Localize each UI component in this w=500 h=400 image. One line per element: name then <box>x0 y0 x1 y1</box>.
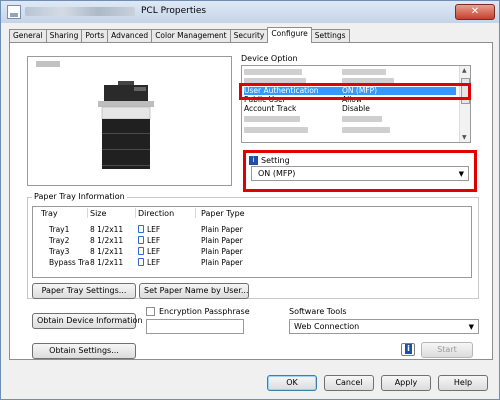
tab-advanced[interactable]: Advanced <box>107 29 153 43</box>
tab-strip: General Sharing Ports Advanced Color Man… <box>9 27 350 43</box>
cell-tray: Tray1 <box>49 225 70 234</box>
encryption-passphrase-input[interactable] <box>146 319 244 334</box>
info-icon: i <box>249 156 258 165</box>
paper-orientation-icon <box>138 258 144 266</box>
device-option-label: Device Option <box>241 54 298 63</box>
window-title: PCL Properties <box>141 6 207 16</box>
cancel-button[interactable]: Cancel <box>324 375 374 391</box>
info-icon[interactable] <box>401 343 415 356</box>
tab-ports[interactable]: Ports <box>81 29 109 43</box>
setting-group: i Setting ON (MFP) ▼ <box>249 156 471 189</box>
device-option-row-blurred[interactable] <box>244 116 456 124</box>
cell-direction: LEF <box>147 225 161 234</box>
printer-preview: 1 2 3 <box>27 56 232 186</box>
cell-paper-type: Plain Paper <box>201 225 243 234</box>
printer-tray-1-label: 1 <box>98 133 103 141</box>
apply-button[interactable]: Apply <box>381 375 431 391</box>
software-tools-dropdown[interactable]: Web Connection ▼ <box>289 319 479 334</box>
help-button[interactable]: Help <box>438 375 488 391</box>
software-tools-selected-value: Web Connection <box>294 322 360 331</box>
paper-orientation-icon <box>138 225 144 233</box>
cell-size: 8 1/2x11 <box>90 225 124 234</box>
paper-tray-table: Tray Size Direction Paper Type Tray1 8 1… <box>32 206 472 278</box>
setting-dropdown[interactable]: ON (MFP) ▼ <box>251 166 469 181</box>
paper-tray-info-label: Paper Tray Information <box>32 192 127 201</box>
table-row[interactable]: Tray3 8 1/2x11 LEF Plain Paper <box>33 247 471 257</box>
table-row[interactable]: Tray2 8 1/2x11 LEF Plain Paper <box>33 236 471 246</box>
obtain-settings-button[interactable]: Obtain Settings... <box>32 343 136 359</box>
column-header-size[interactable]: Size <box>90 209 106 218</box>
column-header-tray[interactable]: Tray <box>41 209 58 218</box>
close-button[interactable]: ✕ <box>455 4 495 20</box>
tab-general[interactable]: General <box>9 29 47 43</box>
device-option-key: Account Track <box>244 104 297 113</box>
printer-image <box>98 81 154 169</box>
title-bar: PCL Properties ✕ <box>1 1 499 23</box>
table-row[interactable]: Bypass Tra 8 1/2x11 LEF Plain Paper <box>33 258 471 268</box>
tab-security[interactable]: Security <box>229 29 269 43</box>
column-header-paper-type[interactable]: Paper Type <box>201 209 245 218</box>
printer-tray-2-label: 2 <box>98 149 103 157</box>
cell-direction: LEF <box>147 258 161 267</box>
printer-app-icon <box>7 5 21 19</box>
table-row[interactable]: Tray1 8 1/2x11 LEF Plain Paper <box>33 225 471 235</box>
paper-tray-settings-button[interactable]: Paper Tray Settings... <box>32 283 136 299</box>
chevron-down-icon: ▼ <box>458 170 464 178</box>
paper-orientation-icon <box>138 247 144 255</box>
tab-settings[interactable]: Settings <box>310 29 350 43</box>
set-paper-name-button[interactable]: Set Paper Name by User... <box>139 283 249 299</box>
tab-sharing[interactable]: Sharing <box>45 29 83 43</box>
tab-configure[interactable]: Configure <box>267 27 312 43</box>
scroll-up-arrow-icon[interactable]: ▲ <box>462 67 467 74</box>
device-option-row-blurred[interactable] <box>244 69 456 77</box>
cell-paper-type: Plain Paper <box>201 236 243 245</box>
cell-size: 8 1/2x11 <box>90 236 124 245</box>
cell-direction: LEF <box>147 247 161 256</box>
obtain-device-information-button[interactable]: Obtain Device Information <box>32 313 142 329</box>
software-tools-label: Software Tools <box>289 307 347 316</box>
tab-color-management[interactable]: Color Management <box>151 29 231 43</box>
device-option-value: Disable <box>342 104 370 113</box>
setting-label: Setting <box>261 156 290 165</box>
device-option-list: User Authentication ON (MFP) Public User… <box>241 65 471 143</box>
cell-direction: LEF <box>147 236 161 245</box>
cell-tray: Tray2 <box>49 236 70 245</box>
device-option-row-blurred[interactable] <box>244 127 456 135</box>
ok-button[interactable]: OK <box>267 375 317 391</box>
paper-orientation-icon <box>138 236 144 244</box>
cell-paper-type: Plain Paper <box>201 247 243 256</box>
start-button[interactable]: Start <box>421 342 473 358</box>
column-header-direction[interactable]: Direction <box>138 209 174 218</box>
scroll-down-arrow-icon[interactable]: ▼ <box>462 134 467 141</box>
encryption-passphrase-label: Encryption Passphrase <box>159 307 250 316</box>
setting-selected-value: ON (MFP) <box>258 169 296 178</box>
chevron-down-icon: ▼ <box>468 323 474 331</box>
device-option-scrollbar[interactable]: ▲ ▼ <box>459 66 470 142</box>
cell-tray: Tray3 <box>49 247 70 256</box>
device-option-row-account-track[interactable]: Account Track Disable <box>244 105 456 113</box>
cell-paper-type: Plain Paper <box>201 258 243 267</box>
cell-tray: Bypass Tra <box>49 258 90 267</box>
encryption-passphrase-checkbox[interactable] <box>146 307 155 316</box>
highlight-box-device-option <box>239 83 471 100</box>
cell-size: 8 1/2x11 <box>90 258 124 267</box>
printer-tray-3-label: 3 <box>98 164 103 172</box>
cell-size: 8 1/2x11 <box>90 247 124 256</box>
model-name-blurred <box>36 61 60 67</box>
title-printer-name-blurred <box>25 7 135 16</box>
properties-window: PCL Properties ✕ General Sharing Ports A… <box>0 0 500 400</box>
